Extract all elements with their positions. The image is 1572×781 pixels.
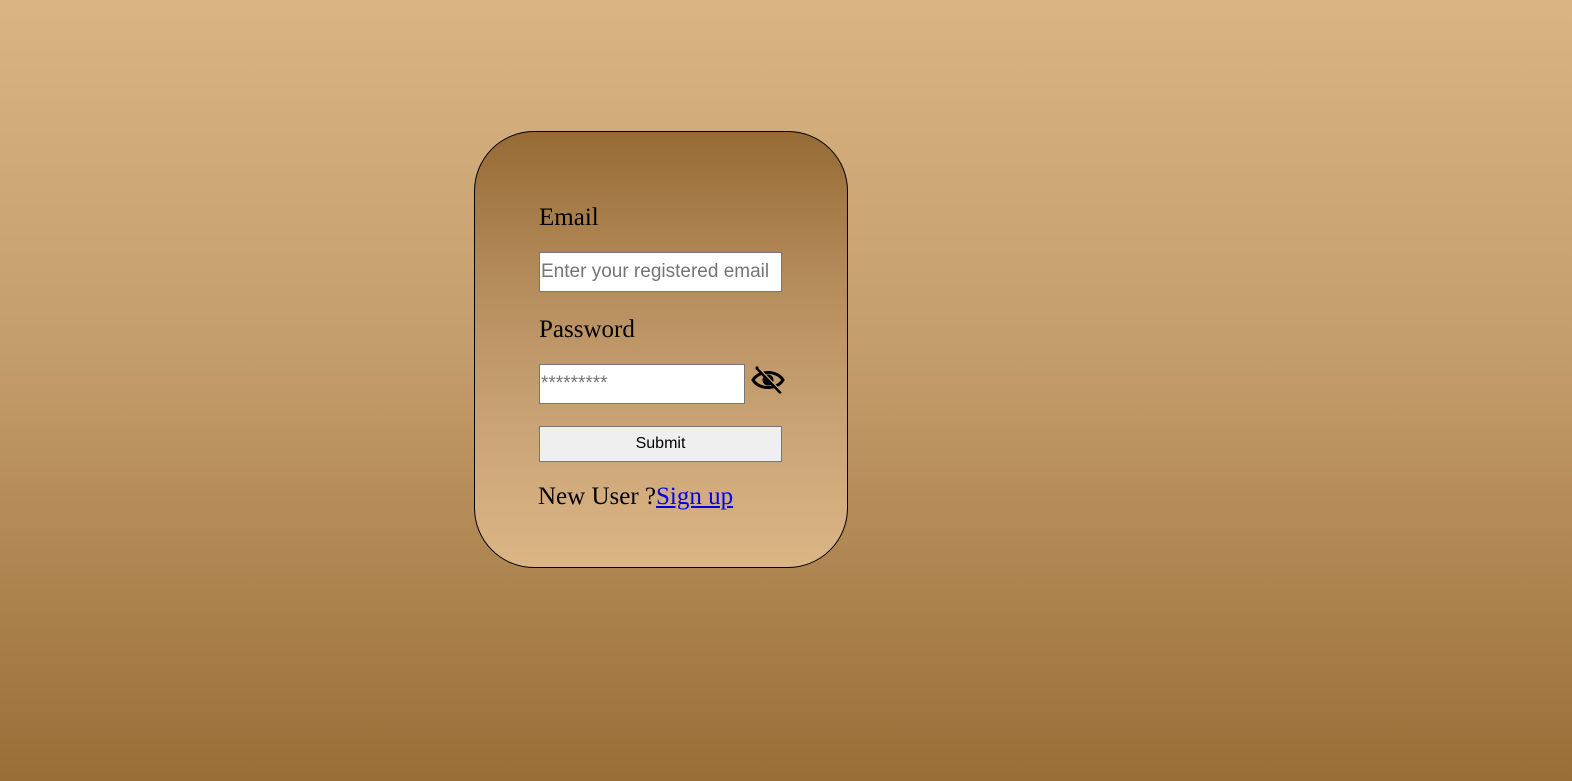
signup-prompt: New User ?Sign up [538, 484, 733, 509]
password-input[interactable] [539, 364, 745, 404]
login-card: Email Password Submit New User ?Sign up [474, 131, 848, 568]
password-label: Password [539, 316, 635, 343]
new-user-text: New User ? [538, 483, 657, 510]
email-input[interactable] [539, 252, 782, 292]
signup-link[interactable]: Sign up [656, 483, 733, 510]
submit-button[interactable]: Submit [539, 426, 782, 462]
eye-slash-icon[interactable] [751, 365, 785, 395]
email-label: Email [539, 204, 599, 231]
